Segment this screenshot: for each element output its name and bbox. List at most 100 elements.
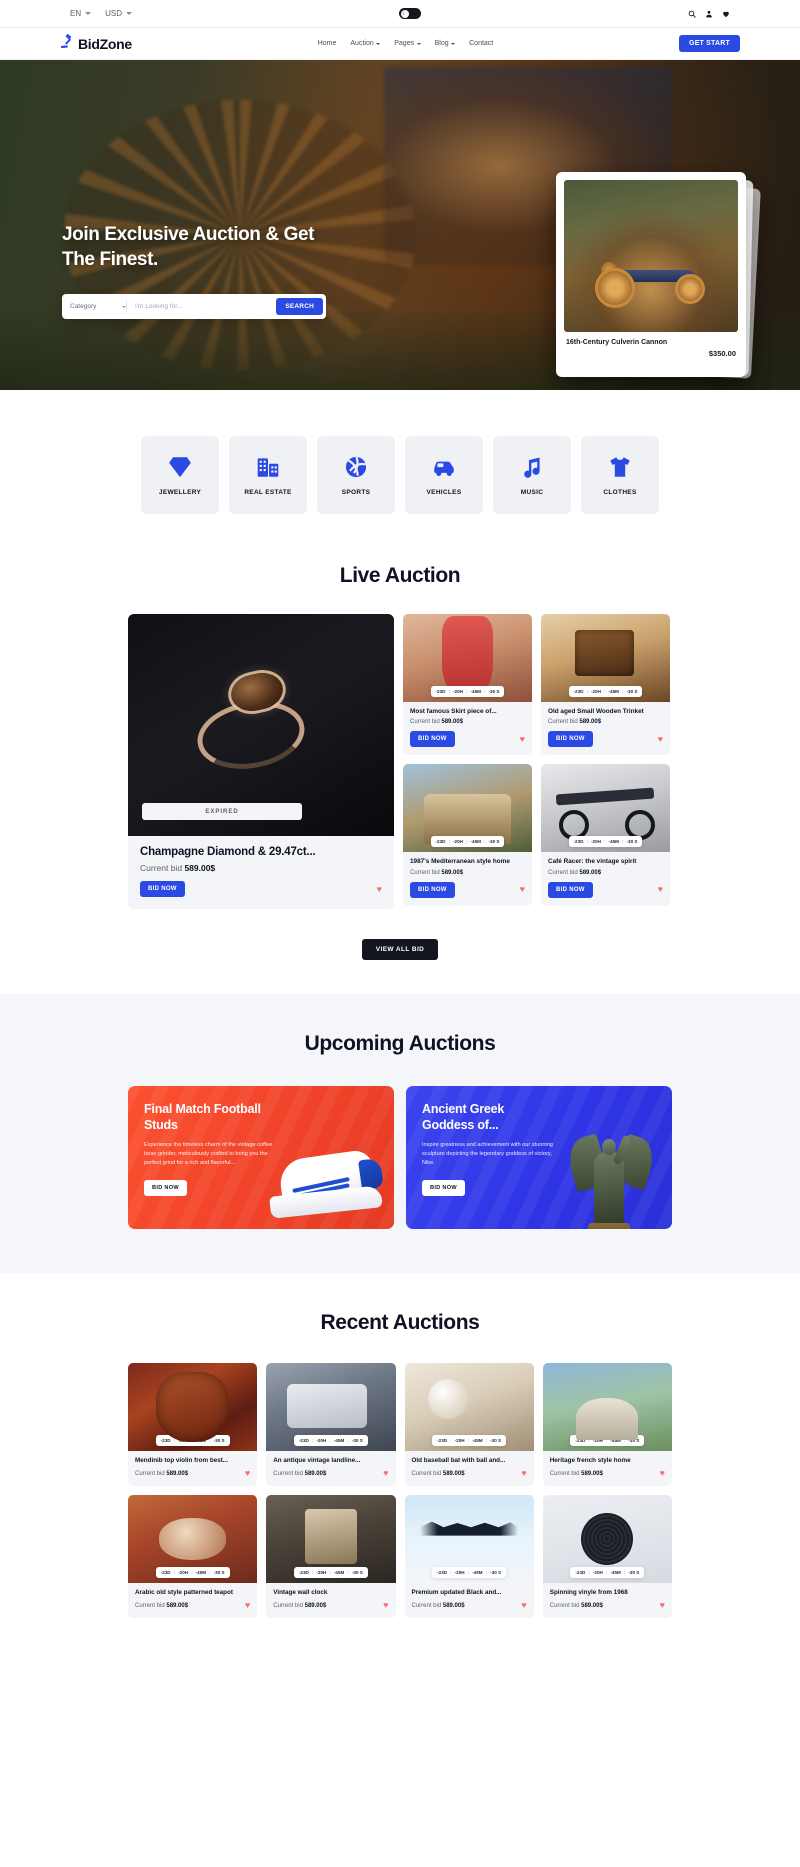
bid-now-button[interactable]: BID NOW (548, 731, 593, 748)
favorite-heart-icon[interactable]: ♥ (245, 1469, 250, 1478)
recent-auction-row: Current bid 589.00$ ♥ (135, 1601, 250, 1610)
favorite-heart-icon[interactable]: ♥ (245, 1601, 250, 1610)
user-icon[interactable] (705, 10, 713, 18)
bid-now-button[interactable]: BID NOW (410, 881, 455, 898)
timer-hours: -20H (453, 839, 463, 845)
recent-auction-row: Current bid 589.00$ ♥ (135, 1469, 250, 1478)
category-label: CLOTHES (603, 489, 637, 496)
live-auction-small-column: -23D : -20H : -45M : -30 S Most famous S… (403, 614, 672, 909)
timer-sep: : (173, 1570, 176, 1576)
favorite-heart-icon[interactable]: ♥ (658, 734, 663, 744)
upcoming-card-football-studs[interactable]: Final Match Football Studs Experience th… (128, 1086, 394, 1229)
favorite-heart-icon[interactable]: ♥ (660, 1469, 665, 1478)
bid-now-button[interactable]: BID NOW (410, 731, 455, 748)
recent-auction-image: -23D : -20H : -45M : -30 S (266, 1495, 396, 1584)
item-shape (441, 615, 494, 697)
category-strip: JEWELLERY REAL ESTATE SPORTS VEHICLES MU… (0, 390, 800, 550)
live-auction-row-1: -23D : -20H : -45M : -30 S Most famous S… (403, 614, 672, 756)
favorite-heart-icon[interactable]: ♥ (520, 734, 525, 744)
recent-auction-card[interactable]: -23D : -20H : -45M : -30 S Mendinib top … (128, 1363, 258, 1487)
recent-auction-image: -23D : -20H : -45M : -30 S (128, 1495, 258, 1584)
recent-auction-title: Old baseball bat with ball and... (411, 1457, 506, 1464)
category-card-jewellery[interactable]: JEWELLERY (141, 436, 219, 514)
category-card-sports[interactable]: SPORTS (317, 436, 395, 514)
timer-sep: : (311, 1438, 314, 1443)
hero-search-bar: Category I'm Looking for... SEARCH (62, 294, 326, 320)
featured-auction-image: EXPIRED (128, 614, 394, 836)
recent-auction-image: -23D : -20H : -45M : -30 S (404, 1495, 534, 1584)
timer-sep: : (483, 689, 486, 694)
category-card-vehicles[interactable]: VEHICLES (405, 436, 483, 514)
favorite-heart-icon[interactable]: ♥ (660, 1601, 665, 1610)
category-select[interactable]: Category (70, 303, 126, 310)
favorite-heart-icon[interactable]: ♥ (377, 884, 382, 894)
hero-content: Join Exclusive Auction & Get The Finest.… (62, 222, 362, 320)
timer-sep: : (209, 1438, 211, 1443)
featured-auction-title: Champagne Diamond & 29.47ct... (140, 846, 316, 858)
recent-auction-card[interactable]: -23D : -20H : -45M : -30 S Arabic old st… (128, 1495, 258, 1619)
language-selector[interactable]: EN (70, 9, 92, 18)
nav-item-auction[interactable]: Auction (350, 40, 381, 47)
bid-value: 589.00$ (579, 719, 602, 726)
auction-card[interactable]: -23D : -20H : -45M : -30 S Most famous S… (403, 614, 532, 756)
favorite-heart-icon[interactable]: ♥ (520, 885, 525, 894)
recent-auction-card[interactable]: -23D : -20H : -45M : -30 S Old baseball … (404, 1363, 534, 1487)
category-card-real-estate[interactable]: REAL ESTATE (229, 436, 307, 514)
auction-card[interactable]: -23D : -20H : -45M : -30 S 1987's Medite… (403, 764, 532, 906)
favorite-heart-icon[interactable]: ♥ (521, 1469, 526, 1478)
nav-item-contact[interactable]: Contact (469, 40, 493, 47)
auction-card[interactable]: -23D : -20H : -45M : -30 S Café Racer: t… (541, 764, 670, 906)
auction-card[interactable]: -23D : -20H : -45M : -30 S Old aged Smal… (541, 614, 670, 756)
countdown-timer: -23D : -20H : -45M : -30 S (293, 1567, 368, 1579)
heart-icon[interactable] (722, 10, 730, 18)
bid-now-button[interactable]: BID NOW (144, 1180, 187, 1197)
recent-auction-card[interactable]: -23D : -20H : -45M : -30 S Premium updat… (404, 1495, 534, 1619)
bid-now-button[interactable]: BID NOW (548, 881, 593, 898)
bid-label: Current bid (548, 719, 578, 726)
favorite-heart-icon[interactable]: ♥ (521, 1601, 526, 1610)
hero-featured-card[interactable]: 16th-Century Culverin Cannon $350.00 (556, 172, 746, 377)
category-label: MUSIC (520, 489, 544, 496)
countdown-timer: -23D : -20H : -45M : -30 S (155, 1435, 230, 1446)
search-input[interactable]: I'm Looking for... (127, 303, 276, 310)
recent-auction-card[interactable]: -23D : -20H : -45M : -30 S Spinning viny… (542, 1495, 672, 1619)
timer-sep: : (465, 839, 468, 845)
search-button[interactable]: SEARCH (276, 298, 323, 316)
bid-value: 589.00$ (442, 1602, 465, 1609)
theme-toggle[interactable]: ☾ (399, 8, 421, 19)
view-all-bid-button[interactable]: VIEW ALL BID (361, 939, 439, 960)
favorite-heart-icon[interactable]: ♥ (658, 885, 663, 894)
category-card-clothes[interactable]: CLOTHES (581, 436, 659, 514)
countdown-timer: -23D : -20H : -45M : -30 S (570, 1435, 645, 1446)
favorite-heart-icon[interactable]: ♥ (383, 1469, 388, 1478)
category-card-music[interactable]: MUSIC (493, 436, 571, 514)
nav-item-blog[interactable]: Blog (435, 40, 456, 47)
bid-value: 589.00$ (441, 719, 464, 726)
auction-card-bid: Current bid 589.00$ (410, 719, 525, 725)
hero-card-stack: 16th-Century Culverin Cannon $350.00 (548, 172, 761, 382)
recent-auction-bid: Current bid 589.00$ (135, 1471, 188, 1477)
nav-item-pages[interactable]: Pages (394, 40, 421, 47)
recent-auction-card[interactable]: -23D : -20H : -45M : -30 S Vintage wall … (266, 1495, 396, 1619)
nav-label: Home (317, 40, 337, 47)
get-start-button[interactable]: GET START (679, 35, 740, 52)
featured-auction-card[interactable]: EXPIRED Champagne Diamond & 29.47ct... C… (128, 614, 394, 909)
search-icon[interactable] (688, 10, 696, 18)
recent-auction-bid: Current bid 589.00$ (550, 1471, 603, 1477)
category-select-label: Category (70, 303, 97, 311)
bid-value: 589.00$ (166, 1470, 189, 1477)
bid-label: Current bid (411, 1470, 442, 1477)
view-all-wrap: VIEW ALL BID (0, 909, 800, 994)
recent-auction-card[interactable]: -23D : -20H : -45M : -30 S An antique vi… (266, 1363, 396, 1487)
recent-auction-bid: Current bid 589.00$ (550, 1603, 603, 1609)
nav-item-home[interactable]: Home (318, 40, 337, 47)
currency-selector[interactable]: USD (105, 9, 133, 18)
upcoming-card-greek-goddess[interactable]: Ancient Greek Goddess of... Inspire grea… (406, 1086, 672, 1229)
hero-card-price-row: $350.00 (566, 349, 736, 358)
bid-now-button[interactable]: BID NOW (140, 881, 185, 897)
favorite-heart-icon[interactable]: ♥ (383, 1601, 388, 1610)
bid-now-button[interactable]: BID NOW (422, 1180, 465, 1197)
site-logo[interactable]: BidZone (60, 33, 132, 54)
bid-value: 589.00$ (442, 1470, 465, 1477)
recent-auction-card[interactable]: -23D : -20H : -45M : -30 S Heritage fren… (542, 1363, 672, 1487)
